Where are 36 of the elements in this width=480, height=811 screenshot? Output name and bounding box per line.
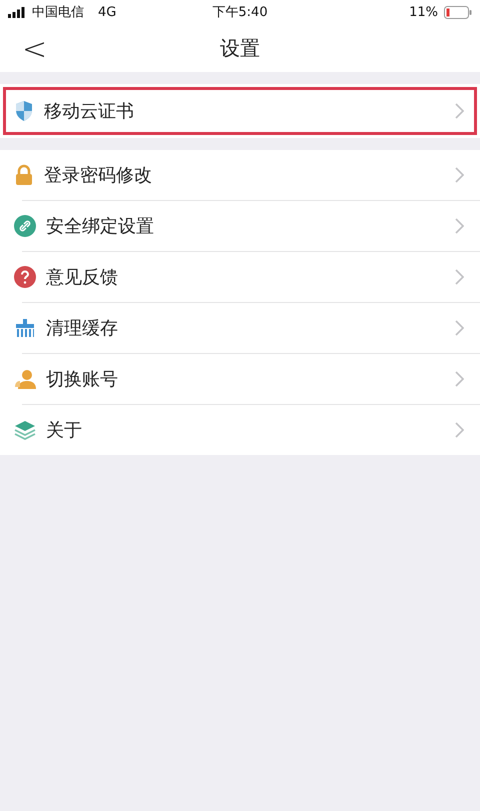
settings-label: 登录密码修改	[44, 164, 153, 187]
settings-label: 移动云证书	[44, 100, 135, 123]
person-icon	[14, 369, 36, 389]
lock-icon	[14, 164, 34, 186]
link-icon	[14, 215, 36, 237]
shield-icon	[14, 100, 34, 122]
battery-icon	[444, 6, 472, 18]
settings-row[interactable]: 清理缓存	[0, 303, 480, 353]
chevron-icon	[454, 103, 464, 119]
settings-label: 清理缓存	[46, 317, 119, 340]
settings-row[interactable]: 安全绑定设置	[0, 201, 480, 251]
settings-label: 意见反馈	[46, 266, 119, 289]
settings-label: 关于	[46, 419, 83, 442]
settings-label: 安全绑定设置	[46, 215, 155, 238]
settings-row[interactable]: 切换账号	[0, 354, 480, 404]
network-type: 4G	[98, 4, 116, 20]
settings-row[interactable]: 移动云证书	[0, 84, 480, 138]
chevron-icon	[454, 371, 464, 387]
clock-time: 下午5:40	[212, 4, 268, 21]
back-button[interactable]: <	[16, 32, 54, 67]
settings-label: 切换账号	[46, 368, 119, 391]
question-icon	[14, 266, 36, 288]
broom-icon	[14, 318, 36, 338]
chevron-icon	[454, 320, 464, 336]
layers-icon	[14, 420, 36, 440]
page-title: 设置	[220, 34, 260, 62]
settings-row[interactable]: 关于	[0, 405, 480, 455]
chevron-icon	[454, 218, 464, 234]
chevron-icon	[454, 422, 464, 438]
chevron-icon	[454, 269, 464, 285]
signal-icon	[8, 6, 26, 18]
carrier-name: 中国电信	[32, 4, 84, 21]
settings-row[interactable]: 登录密码修改	[0, 150, 480, 200]
battery-percent: 11%	[409, 4, 438, 20]
settings-row[interactable]: 意见反馈	[0, 252, 480, 302]
chevron-icon	[454, 167, 464, 183]
